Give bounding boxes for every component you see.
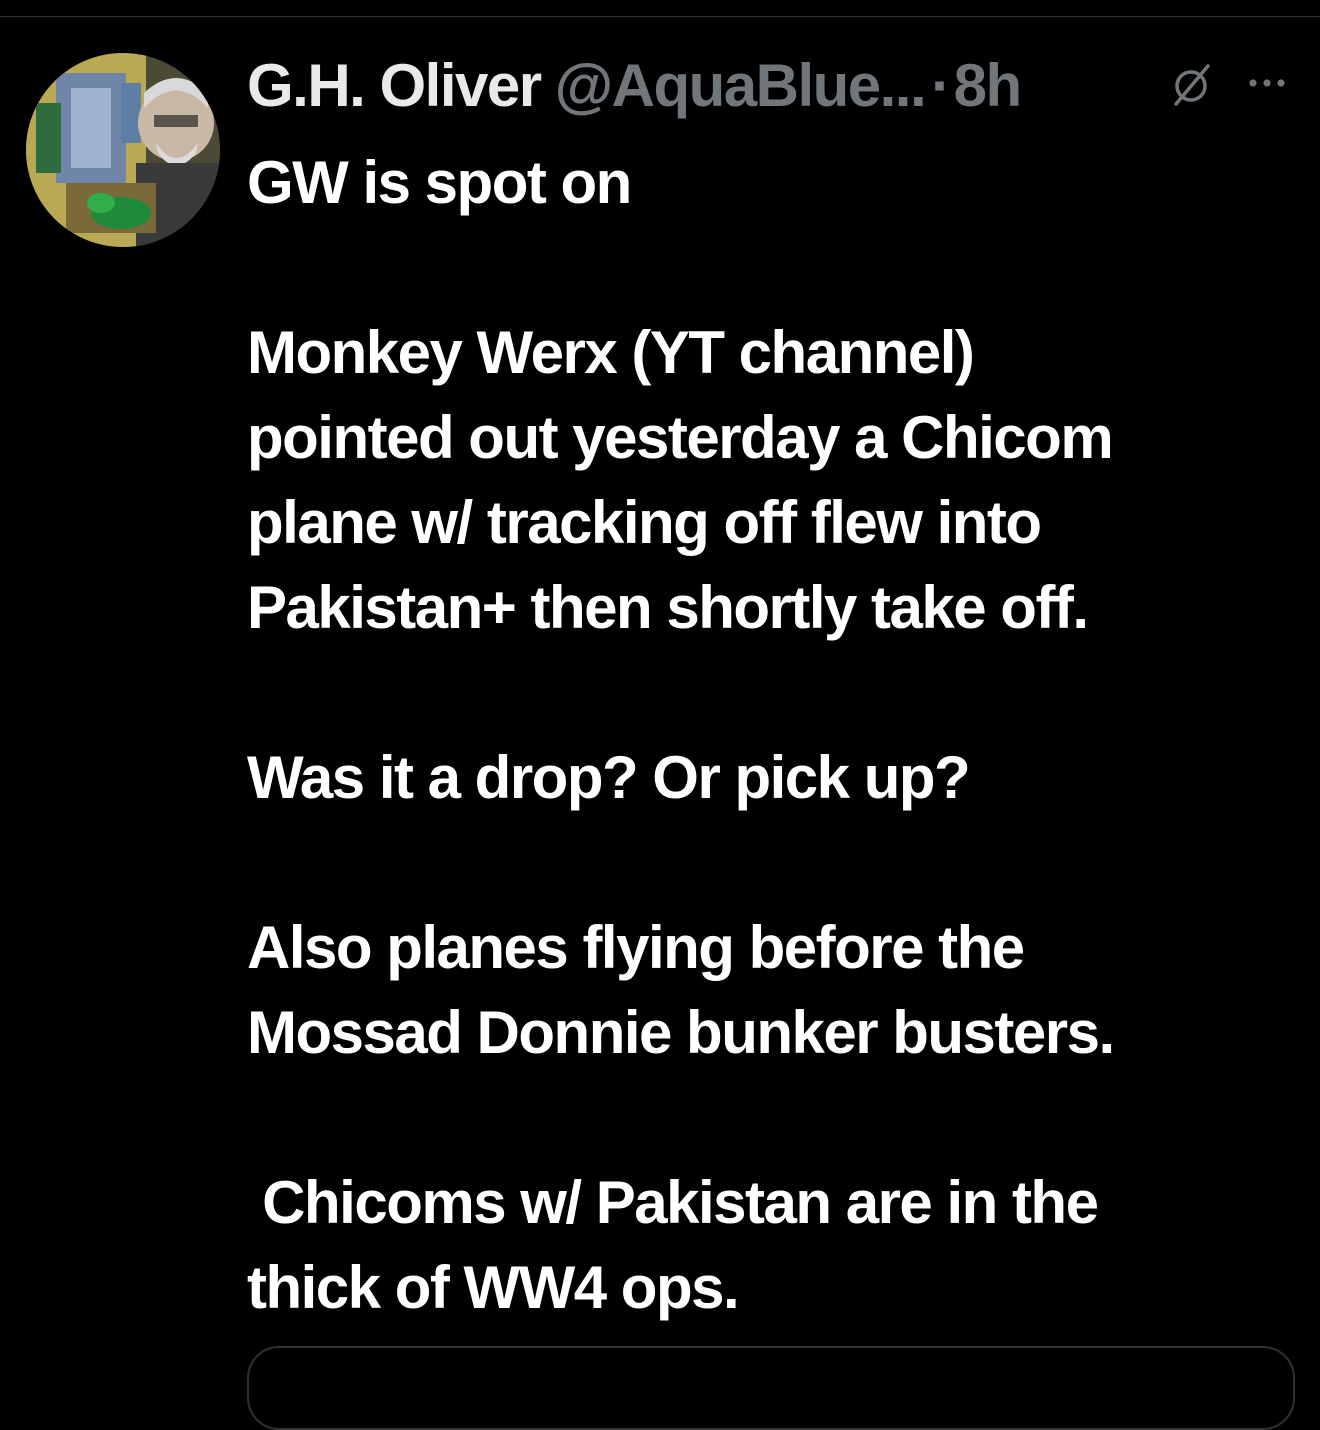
- display-name[interactable]: G.H. Oliver: [247, 51, 542, 120]
- user-handle[interactable]: @AquaBlue...: [555, 51, 927, 120]
- top-divider: [0, 16, 1320, 17]
- separator-dot: ·: [931, 51, 951, 119]
- tweet-text: GW is spot on Monkey Werx (YT channel) p…: [247, 149, 1115, 1321]
- timestamp[interactable]: 8h: [954, 51, 1023, 120]
- avatar-image: [26, 53, 220, 247]
- grok-icon[interactable]: [1168, 62, 1214, 108]
- avatar[interactable]: [26, 53, 220, 247]
- tweet-header: G.H. Oliver @AquaBlue... · 8h: [247, 50, 1307, 120]
- more-options-icon[interactable]: [1245, 68, 1289, 98]
- embedded-card[interactable]: [247, 1346, 1295, 1430]
